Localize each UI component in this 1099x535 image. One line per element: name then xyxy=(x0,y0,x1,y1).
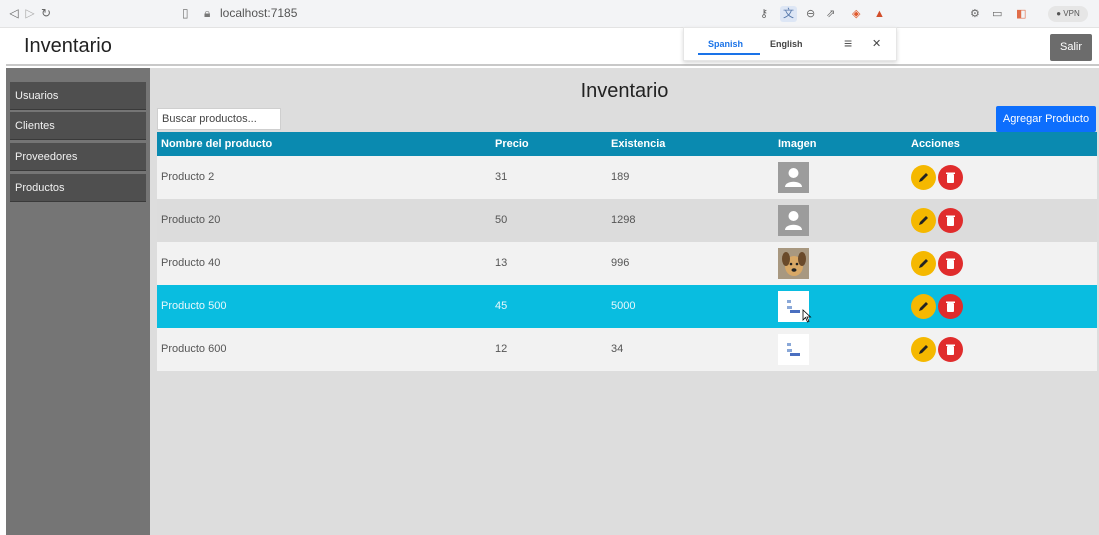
trash-icon xyxy=(946,215,955,226)
edit-button[interactable] xyxy=(911,251,936,276)
header-image: Imagen xyxy=(778,138,817,150)
header-price: Precio xyxy=(495,138,529,150)
bookmark-icon[interactable]: ▯ xyxy=(182,4,194,23)
delete-button[interactable] xyxy=(938,294,963,319)
active-tab-indicator xyxy=(698,53,760,55)
sidebar-toggle-icon[interactable]: ▭ xyxy=(992,6,1002,22)
product-stock: 189 xyxy=(611,171,630,183)
product-price: 12 xyxy=(495,343,508,355)
table-row[interactable]: Producto 600 12 34 xyxy=(157,328,1097,371)
app-title: Inventario xyxy=(24,35,112,57)
product-name: Producto 500 xyxy=(161,300,227,312)
edit-button[interactable] xyxy=(911,294,936,319)
pencil-icon xyxy=(919,345,928,354)
sidebar-item-clientes[interactable]: Clientes xyxy=(10,112,146,140)
delete-button[interactable] xyxy=(938,208,963,233)
product-price: 31 xyxy=(495,171,508,183)
forward-icon[interactable]: ▷ xyxy=(22,5,38,21)
tab-english[interactable]: English xyxy=(770,38,803,50)
trash-icon xyxy=(946,344,955,355)
translate-popup: Spanish English ≡ ✕ xyxy=(683,27,897,61)
product-price: 45 xyxy=(495,300,508,312)
brave-rewards-icon[interactable]: ▲ xyxy=(874,6,885,22)
reload-icon[interactable]: ↻ xyxy=(38,5,54,21)
page-title: Inventario xyxy=(580,80,669,102)
lock-icon: 🔒︎ xyxy=(204,6,211,20)
edit-button[interactable] xyxy=(911,337,936,362)
product-stock: 5000 xyxy=(611,300,636,312)
url-text: localhost:7185 xyxy=(220,6,298,20)
table-header: Nombre del producto Precio Existencia Im… xyxy=(157,132,1097,156)
delete-button[interactable] xyxy=(938,251,963,276)
table-row[interactable]: Producto 40 13 996 xyxy=(157,242,1097,285)
close-icon[interactable]: ✕ xyxy=(872,37,881,51)
brave-shield-icon[interactable]: ◈ xyxy=(852,6,860,22)
search-input[interactable] xyxy=(157,108,281,130)
trash-icon xyxy=(946,301,955,312)
translate-icon[interactable]: 文 xyxy=(780,6,797,22)
header-name: Nombre del producto xyxy=(161,138,273,150)
wallet-icon[interactable]: ◧ xyxy=(1016,6,1026,22)
pencil-icon xyxy=(919,302,928,311)
avatar-placeholder-icon xyxy=(778,162,809,193)
delete-button[interactable] xyxy=(938,165,963,190)
header-stock: Existencia xyxy=(611,138,666,150)
product-stock: 34 xyxy=(611,343,624,355)
avatar-placeholder-icon xyxy=(778,205,809,236)
sidebar: Usuarios Clientes Proveedores Productos xyxy=(6,68,150,535)
add-product-button[interactable]: Agregar Producto xyxy=(996,106,1096,132)
document-thumbnail-icon xyxy=(778,334,809,365)
logout-button[interactable]: Salir xyxy=(1050,34,1092,61)
tab-spanish[interactable]: Spanish xyxy=(708,38,743,50)
zoom-icon[interactable]: ⊖ xyxy=(806,6,815,22)
browser-toolbar: ◁ ▷ ↻ ▯ 🔒︎ localhost:7185 ⚷ 文 ⊖ ⇗ ◈ ▲ ⚙ ▭ … xyxy=(0,0,1099,28)
product-name: Producto 600 xyxy=(161,343,227,355)
delete-button[interactable] xyxy=(938,337,963,362)
menu-icon[interactable]: ≡ xyxy=(844,35,852,51)
pencil-icon xyxy=(919,259,928,268)
edit-button[interactable] xyxy=(911,208,936,233)
product-name: Producto 20 xyxy=(161,214,221,226)
trash-icon xyxy=(946,172,955,183)
mouse-cursor-icon xyxy=(802,309,812,323)
address-bar[interactable]: ▯ 🔒︎ localhost:7185 xyxy=(182,4,382,23)
back-icon[interactable]: ◁ xyxy=(6,5,22,21)
header-actions: Acciones xyxy=(911,138,960,150)
product-stock: 1298 xyxy=(611,214,636,226)
vpn-button[interactable]: ● VPN xyxy=(1048,6,1088,22)
dog-photo-icon xyxy=(778,248,809,279)
share-icon[interactable]: ⇗ xyxy=(826,6,835,22)
extensions-icon[interactable]: ⚙ xyxy=(970,6,980,22)
product-name: Producto 40 xyxy=(161,257,221,269)
app-header: Inventario Salir xyxy=(6,28,1099,66)
table-row[interactable]: Producto 500 45 5000 xyxy=(157,285,1097,328)
products-table: Nombre del producto Precio Existencia Im… xyxy=(157,132,1097,371)
key-icon[interactable]: ⚷ xyxy=(760,6,768,22)
product-price: 13 xyxy=(495,257,508,269)
sidebar-item-proveedores[interactable]: Proveedores xyxy=(10,143,146,171)
product-name: Producto 2 xyxy=(161,171,215,183)
main-content: Inventario Agregar Producto Nombre del p… xyxy=(150,68,1099,535)
table-row[interactable]: Producto 20 50 1298 xyxy=(157,199,1097,242)
product-stock: 996 xyxy=(611,257,630,269)
product-price: 50 xyxy=(495,214,508,226)
pencil-icon xyxy=(919,173,928,182)
sidebar-item-usuarios[interactable]: Usuarios xyxy=(10,82,146,110)
sidebar-item-productos[interactable]: Productos xyxy=(10,174,146,202)
edit-button[interactable] xyxy=(911,165,936,190)
table-row[interactable]: Producto 2 31 189 xyxy=(157,156,1097,199)
pencil-icon xyxy=(919,216,928,225)
trash-icon xyxy=(946,258,955,269)
